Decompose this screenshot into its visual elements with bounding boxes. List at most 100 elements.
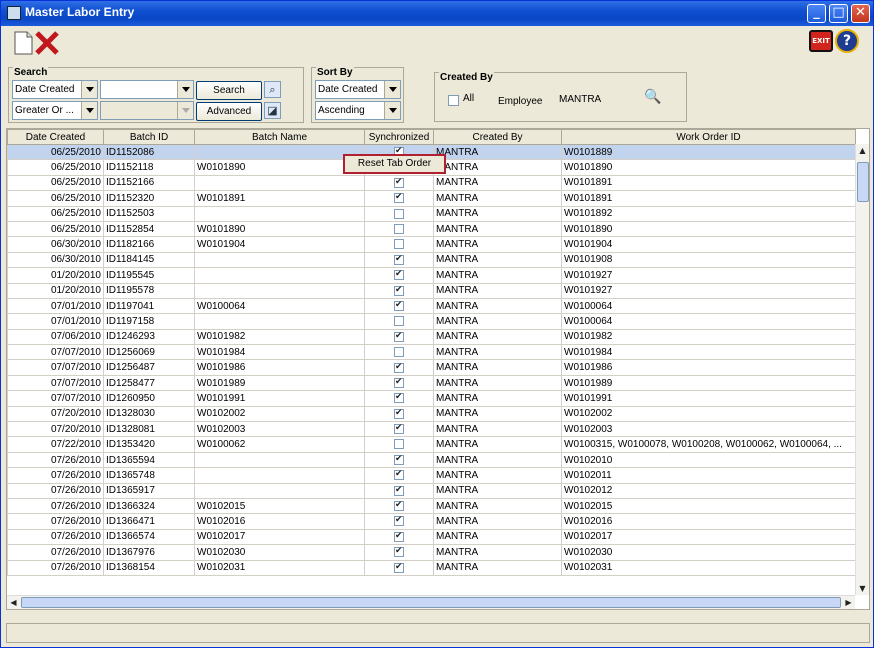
- sort-field-select[interactable]: Date Created: [315, 80, 401, 99]
- table-row[interactable]: 07/26/2010ID1366574W0102017MANTRAW010201…: [7, 528, 856, 546]
- cell-batch-name: [194, 467, 365, 484]
- table-row[interactable]: 07/01/2010 ID1197158 MANTRA W0100064: [7, 313, 856, 330]
- sort-panel-title: Sort By: [316, 67, 354, 78]
- table-row[interactable]: 07/26/2010ID1366471W0102016MANTRAW010201…: [7, 513, 856, 530]
- table-row[interactable]: 07/01/2010ID1197041W0100064MANTRAW010006…: [7, 297, 856, 315]
- maximize-button[interactable]: □: [829, 4, 848, 23]
- synchronized-checkbox[interactable]: [394, 330, 404, 342]
- synchronized-checkbox[interactable]: [394, 299, 404, 311]
- context-menu-reset-tab-order[interactable]: Reset Tab Order: [343, 154, 446, 174]
- scroll-down-icon[interactable]: ▼: [856, 582, 869, 595]
- table-row[interactable]: 07/07/2010 ID1256069 W0101984 MANTRA W010198…: [7, 344, 856, 361]
- table-row[interactable]: 07/26/2010ID1365917 MANTRAW0102012: [7, 482, 856, 499]
- table-row[interactable]: 07/26/2010ID1367976W0102030MANTRAW010203…: [7, 544, 856, 561]
- table-row[interactable]: 07/20/2010ID1328081W0102003MANTRAW010200…: [7, 421, 856, 438]
- horizontal-scroll-thumb[interactable]: [21, 597, 841, 608]
- synchronized-checkbox[interactable]: [394, 376, 404, 388]
- synchronized-checkbox[interactable]: [394, 361, 404, 373]
- cell-batch-id: ID1260950: [103, 390, 195, 407]
- synchronized-checkbox[interactable]: [394, 347, 404, 358]
- table-row[interactable]: 07/26/2010ID1368154W0102031MANTRAW010203…: [7, 559, 856, 576]
- synchronized-checkbox[interactable]: [394, 239, 404, 250]
- cell-work-order-id: W0101904: [561, 236, 856, 253]
- column-batch-name[interactable]: Batch Name: [194, 129, 365, 145]
- chevron-down-icon[interactable]: [81, 102, 97, 119]
- synchronized-checkbox[interactable]: [394, 423, 404, 435]
- table-row[interactable]: 07/07/2010ID1256487W0101986MANTRAW010198…: [7, 359, 856, 376]
- synchronized-checkbox[interactable]: [394, 439, 404, 450]
- chevron-down-icon[interactable]: [384, 102, 400, 119]
- table-row[interactable]: 07/26/2010ID1366324W0102015MANTRAW010201…: [7, 497, 856, 515]
- synchronized-checkbox[interactable]: [394, 208, 404, 219]
- employee-lookup-icon[interactable]: 🔍: [644, 89, 661, 105]
- table-row[interactable]: 06/25/2010ID1152166 MANTRAW0101891: [7, 174, 856, 192]
- chevron-down-icon[interactable]: [384, 81, 400, 98]
- table-row[interactable]: 07/06/2010ID1246293W0101982MANTRAW010198…: [7, 328, 856, 346]
- close-button[interactable]: ✕: [851, 4, 870, 23]
- table-row[interactable]: 07/26/2010ID1365748 MANTRAW0102011: [7, 467, 856, 484]
- scroll-right-icon[interactable]: ▶: [842, 596, 855, 609]
- table-row[interactable]: 06/25/2010ID1152320W0101891MANTRAW010189…: [7, 190, 856, 207]
- help-icon[interactable]: ?: [835, 29, 859, 53]
- synchronized-checkbox[interactable]: [394, 407, 404, 419]
- search-field-value: Date Created: [15, 84, 75, 95]
- synchronized-checkbox[interactable]: [394, 253, 404, 265]
- table-row[interactable]: 06/25/2010 ID1152503 MANTRA W0101892: [7, 205, 856, 222]
- synchronized-checkbox[interactable]: [394, 500, 404, 512]
- column-work-order-id[interactable]: Work Order ID: [561, 129, 856, 145]
- synchronized-checkbox[interactable]: [394, 561, 404, 573]
- table-row[interactable]: 07/22/2010 ID1353420 W0100062 MANTRA W010031…: [7, 436, 856, 453]
- minimize-button[interactable]: _: [807, 4, 826, 23]
- horizontal-scrollbar[interactable]: ◀ ▶: [7, 595, 855, 609]
- synchronized-checkbox[interactable]: [394, 192, 404, 204]
- search-field-select[interactable]: Date Created: [12, 80, 98, 99]
- cell-synchronized: [364, 359, 434, 376]
- title-bar[interactable]: Master Labor Entry _ □ ✕: [1, 1, 873, 26]
- synchronized-checkbox[interactable]: [394, 469, 404, 481]
- column-created-by[interactable]: Created By: [433, 129, 562, 145]
- synchronized-checkbox[interactable]: [394, 284, 404, 296]
- table-row[interactable]: 01/20/2010ID1195545 MANTRAW0101927: [7, 267, 856, 284]
- table-row[interactable]: 06/30/2010 ID1182166 W0101904 MANTRA W010190…: [7, 236, 856, 253]
- advanced-button[interactable]: Advanced: [196, 102, 262, 121]
- table-row[interactable]: 07/20/2010ID1328030W0102002MANTRAW010200…: [7, 405, 856, 423]
- synchronized-checkbox[interactable]: [394, 316, 404, 327]
- column-batch-id[interactable]: Batch ID: [103, 129, 195, 145]
- vertical-scrollbar[interactable]: ▲ ▼: [855, 144, 869, 595]
- synchronized-checkbox[interactable]: [394, 453, 404, 465]
- advanced-search-icon[interactable]: ◪: [264, 102, 281, 119]
- cell-batch-id: ID1365594: [103, 451, 195, 469]
- created-by-panel: Created By All Employee MANTRA 🔍: [434, 72, 687, 122]
- scroll-left-icon[interactable]: ◀: [7, 596, 20, 609]
- synchronized-checkbox[interactable]: [394, 530, 404, 542]
- search-button[interactable]: Search: [196, 81, 262, 100]
- scroll-up-icon[interactable]: ▲: [856, 144, 869, 157]
- synchronized-checkbox[interactable]: [394, 176, 404, 188]
- synchronized-checkbox[interactable]: [394, 515, 404, 527]
- chevron-down-icon[interactable]: [81, 81, 97, 98]
- table-row[interactable]: 07/26/2010ID1365594 MANTRAW0102010: [7, 451, 856, 469]
- column-date-created[interactable]: Date Created: [7, 129, 104, 145]
- search-operator-select[interactable]: Greater Or ...: [12, 101, 98, 120]
- new-document-icon[interactable]: [10, 30, 36, 56]
- synchronized-checkbox[interactable]: [394, 392, 404, 404]
- sort-order-select[interactable]: Ascending: [315, 101, 401, 120]
- table-row[interactable]: 06/30/2010ID1184145 MANTRAW0101908: [7, 251, 856, 269]
- synchronized-checkbox[interactable]: [394, 224, 404, 234]
- search-magnifier-icon[interactable]: ⌕: [264, 81, 281, 98]
- table-row[interactable]: 01/20/2010ID1195578 MANTRAW0101927: [7, 282, 856, 299]
- delete-x-icon[interactable]: [34, 30, 60, 56]
- cell-batch-name: W0101982: [194, 328, 365, 346]
- table-row[interactable]: 07/07/2010ID1258477W0101989MANTRAW010198…: [7, 374, 856, 392]
- column-synchronized[interactable]: Synchronized: [364, 129, 434, 145]
- table-row[interactable]: 06/25/2010 ID1152854 W0101890 MANTRA W010189…: [7, 220, 856, 238]
- synchronized-checkbox[interactable]: [394, 269, 404, 281]
- all-checkbox[interactable]: [448, 95, 459, 106]
- search-value-input[interactable]: [100, 80, 194, 99]
- vertical-scroll-thumb[interactable]: [857, 162, 869, 202]
- exit-icon[interactable]: EXIT: [809, 30, 833, 52]
- chevron-down-icon[interactable]: [177, 81, 193, 98]
- synchronized-checkbox[interactable]: [394, 546, 404, 558]
- synchronized-checkbox[interactable]: [394, 484, 404, 496]
- table-row[interactable]: 07/07/2010ID1260950W0101991MANTRAW010199…: [7, 390, 856, 407]
